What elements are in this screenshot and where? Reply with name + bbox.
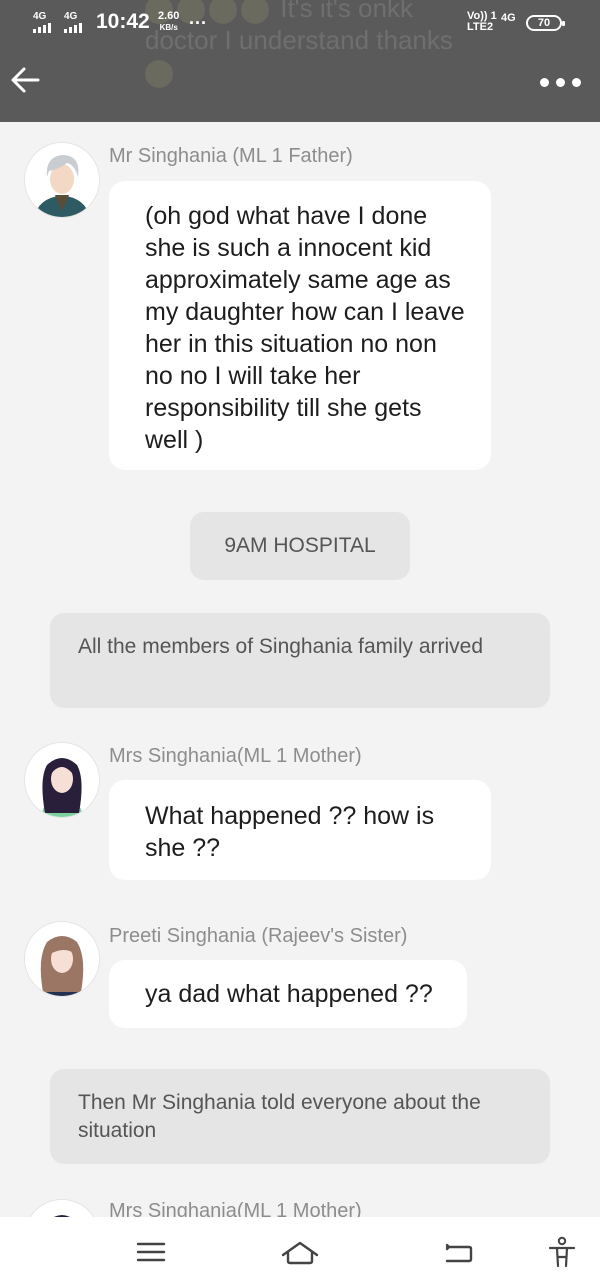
father-avatar-icon [25, 143, 99, 217]
sender-name: Mrs Singhania(ML 1 Mother) [109, 745, 362, 767]
message-bubble[interactable]: ya dad what happened ?? [109, 960, 467, 1028]
clock: 10:42 [96, 10, 150, 33]
sister-avatar-icon [25, 922, 99, 996]
network-speed: 2.60 KB/s [158, 10, 180, 33]
home-button[interactable] [280, 1235, 320, 1269]
message-text: ya dad what happened ?? [145, 980, 433, 1008]
more-notifications: ... [189, 8, 208, 28]
message-text: (oh god what have I done she is such a i… [145, 202, 465, 454]
narration-text: Then Mr Singhania told everyone about th… [78, 1091, 481, 1142]
back-button[interactable] [10, 64, 40, 96]
back-icon [445, 1243, 473, 1263]
sender-name: Preeti Singhania (Rajeev's Sister) [109, 925, 408, 947]
message-text: What happened ?? how is she ?? [145, 802, 435, 862]
sender-name: Mr Singhania (ML 1 Father) [109, 145, 353, 167]
battery-indicator: 70 [526, 15, 565, 31]
signal-strength-2: 4G [64, 12, 82, 33]
top-bar: It's it's onkk doctor I understand thank… [0, 0, 600, 122]
narration-box: Then Mr Singhania told everyone about th… [50, 1069, 550, 1164]
network-type: 4G [501, 12, 516, 24]
signal-strength-1: 4G [33, 12, 51, 33]
arrow-left-icon [11, 67, 40, 93]
message-bubble[interactable]: (oh god what have I done she is such a i… [109, 181, 491, 470]
avatar-mrs-singhania[interactable] [25, 743, 99, 817]
mother-avatar-icon [25, 743, 99, 817]
menu-button[interactable] [134, 1235, 168, 1269]
status-bar: 4G 4G 10:42 2.60 KB/s ... Vo)) 1 LTE2 4G… [0, 0, 600, 48]
narration-text: All the members of Singhania family arri… [78, 635, 484, 658]
volte-indicator: Vo)) 1 LTE2 [467, 10, 497, 33]
more-options-button[interactable] [540, 72, 586, 92]
accessibility-icon [548, 1236, 576, 1268]
scene-label: 9AM HOSPITAL [190, 512, 410, 580]
more-dots-icon [540, 77, 549, 87]
avatar-preeti-singhania[interactable] [25, 922, 99, 996]
back-nav-button[interactable] [441, 1235, 475, 1269]
accessibility-button[interactable] [545, 1235, 579, 1269]
avatar-mr-singhania[interactable] [25, 143, 99, 217]
narration-box: All the members of Singhania family arri… [50, 613, 550, 708]
home-icon [281, 1241, 319, 1265]
smile-emoji-icon [145, 60, 173, 89]
message-bubble[interactable]: What happened ?? how is she ?? [109, 780, 491, 880]
menu-icon [136, 1242, 166, 1262]
system-nav-bar [0, 1217, 600, 1287]
